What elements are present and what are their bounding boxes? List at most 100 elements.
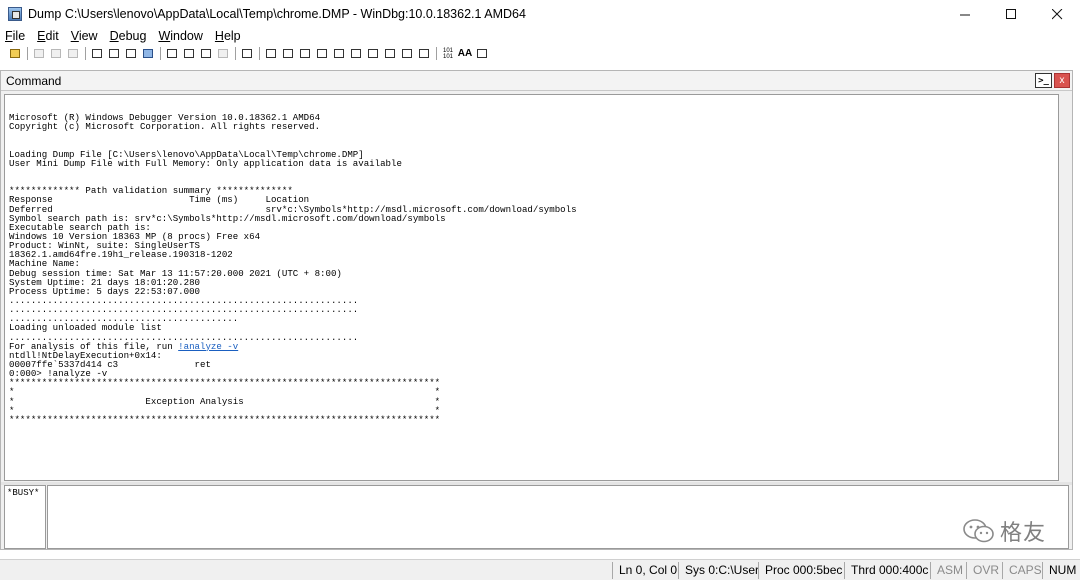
command-input[interactable] — [47, 485, 1069, 549]
window-controls — [942, 0, 1080, 28]
folder-open-icon — [10, 49, 20, 58]
menu-window[interactable]: Window — [152, 28, 208, 45]
toolbar-separator — [259, 47, 260, 60]
status-thrd: Thrd 000:400c — [844, 562, 930, 579]
locals-window-button[interactable] — [297, 47, 313, 61]
source-mode-icon: 101 101 — [442, 47, 453, 60]
windbg-app-icon[interactable] — [8, 7, 22, 21]
run-to-cursor-icon — [218, 49, 228, 58]
watermark-text: 格友 — [999, 521, 1046, 546]
copy-button[interactable] — [48, 47, 64, 61]
watch-window-button[interactable] — [280, 47, 296, 61]
scratch-pad-icon — [385, 49, 395, 58]
command-window-button[interactable] — [263, 47, 279, 61]
output-line: 18362.1.amd64fre.19h1_release.190318-120… — [9, 250, 1058, 259]
step-out-icon — [201, 49, 211, 58]
minimize-button[interactable] — [942, 0, 988, 28]
source-mode-button[interactable]: 101 101 — [440, 47, 456, 61]
registers-window-icon — [317, 49, 327, 58]
window-title: Dump C:\Users\lenovo\AppData\Local\Temp\… — [28, 7, 526, 21]
options-icon — [477, 49, 487, 58]
breakpoint-button[interactable] — [239, 47, 255, 61]
status-line-col: Ln 0, Col 0 — [612, 562, 678, 579]
busy-prompt: *BUSY* — [4, 485, 46, 549]
menu-file[interactable]: File — [0, 28, 31, 45]
status-proc: Proc 000:5bec — [758, 562, 844, 579]
output-line: For analysis of this file, run !analyze … — [9, 342, 1058, 351]
run-to-cursor-button[interactable] — [215, 47, 231, 61]
toolbar-separator — [27, 47, 28, 60]
cut-button[interactable] — [31, 47, 47, 61]
step-over-button[interactable] — [181, 47, 197, 61]
step-into-icon — [167, 49, 177, 58]
output-line-text: User Mini Dump File with Full Memory: On… — [9, 157, 402, 169]
status-caps: CAPS — [1002, 562, 1042, 579]
toolbar-separator — [85, 47, 86, 60]
restart-icon — [109, 49, 119, 58]
title-bar: Dump C:\Users\lenovo\AppData\Local\Temp\… — [0, 0, 1080, 28]
output-line: ........................................… — [9, 314, 1058, 323]
menu-edit[interactable]: Edit — [31, 28, 65, 45]
close-icon — [1051, 8, 1062, 19]
step-over-icon — [184, 49, 194, 58]
command-window-close-button[interactable]: x — [1054, 73, 1070, 88]
disassembly-window-button[interactable] — [365, 47, 381, 61]
toolbar-separator — [160, 47, 161, 60]
menu-debug[interactable]: Debug — [104, 28, 153, 45]
scratch-pad-button[interactable] — [382, 47, 398, 61]
output-line: Symbol search path is: srv*c:\Symbols*ht… — [9, 214, 1058, 223]
menu-view[interactable]: View — [65, 28, 104, 45]
command-window-title: Command — [6, 74, 62, 88]
command-input-row: *BUSY* — [4, 485, 1070, 549]
go-button[interactable] — [89, 47, 105, 61]
output-scrollbar[interactable] — [1060, 94, 1071, 481]
analyze-link[interactable]: !analyze -v — [178, 341, 238, 352]
call-stack-window-button[interactable] — [348, 47, 364, 61]
processes-threads-button[interactable] — [399, 47, 415, 61]
step-out-button[interactable] — [198, 47, 214, 61]
restart-button[interactable] — [106, 47, 122, 61]
font-icon: AA — [457, 47, 473, 59]
registers-window-button[interactable] — [314, 47, 330, 61]
go-icon — [92, 49, 102, 58]
status-asm: ASM — [930, 562, 966, 579]
status-sys: Sys 0:C:\User — [678, 562, 759, 579]
stop-icon — [126, 49, 136, 58]
toolbar-separator — [436, 47, 437, 60]
close-button[interactable] — [1034, 0, 1080, 28]
command-output[interactable]: Microsoft (R) Windows Debugger Version 1… — [4, 94, 1059, 481]
memory-window-icon — [334, 49, 344, 58]
command-window-header: Command >_ x — [1, 71, 1072, 91]
menu-help[interactable]: Help — [209, 28, 247, 45]
status-ovr: OVR — [966, 562, 1002, 579]
output-line: User Mini Dump File with Full Memory: On… — [9, 159, 1058, 168]
paste-button[interactable] — [65, 47, 81, 61]
stop-debugging-button[interactable] — [123, 47, 139, 61]
modules-button[interactable] — [416, 47, 432, 61]
copy-icon — [51, 49, 61, 58]
detach-button[interactable] — [140, 47, 156, 61]
disassembly-window-icon — [368, 49, 378, 58]
memory-window-button[interactable] — [331, 47, 347, 61]
wechat-icon — [963, 519, 994, 543]
dock-terminal-icon[interactable]: >_ — [1035, 73, 1052, 88]
watermark: 格友 — [962, 515, 1046, 547]
modules-icon — [419, 49, 429, 58]
paste-icon — [68, 49, 78, 58]
toolbar: 101 101 AA — [0, 45, 1080, 62]
hand-icon — [242, 49, 252, 58]
detach-icon — [143, 49, 153, 58]
options-button[interactable] — [474, 47, 490, 61]
cut-icon — [34, 49, 44, 58]
font-button[interactable]: AA — [457, 47, 473, 61]
status-num: NUM — [1042, 562, 1080, 579]
command-window-icon — [266, 49, 276, 58]
maximize-button[interactable] — [988, 0, 1034, 28]
command-window: Command >_ x Microsoft (R) Windows Debug… — [0, 70, 1073, 550]
minimize-icon — [959, 14, 970, 15]
processes-threads-icon — [402, 49, 412, 58]
open-button[interactable] — [7, 47, 23, 61]
step-into-button[interactable] — [164, 47, 180, 61]
